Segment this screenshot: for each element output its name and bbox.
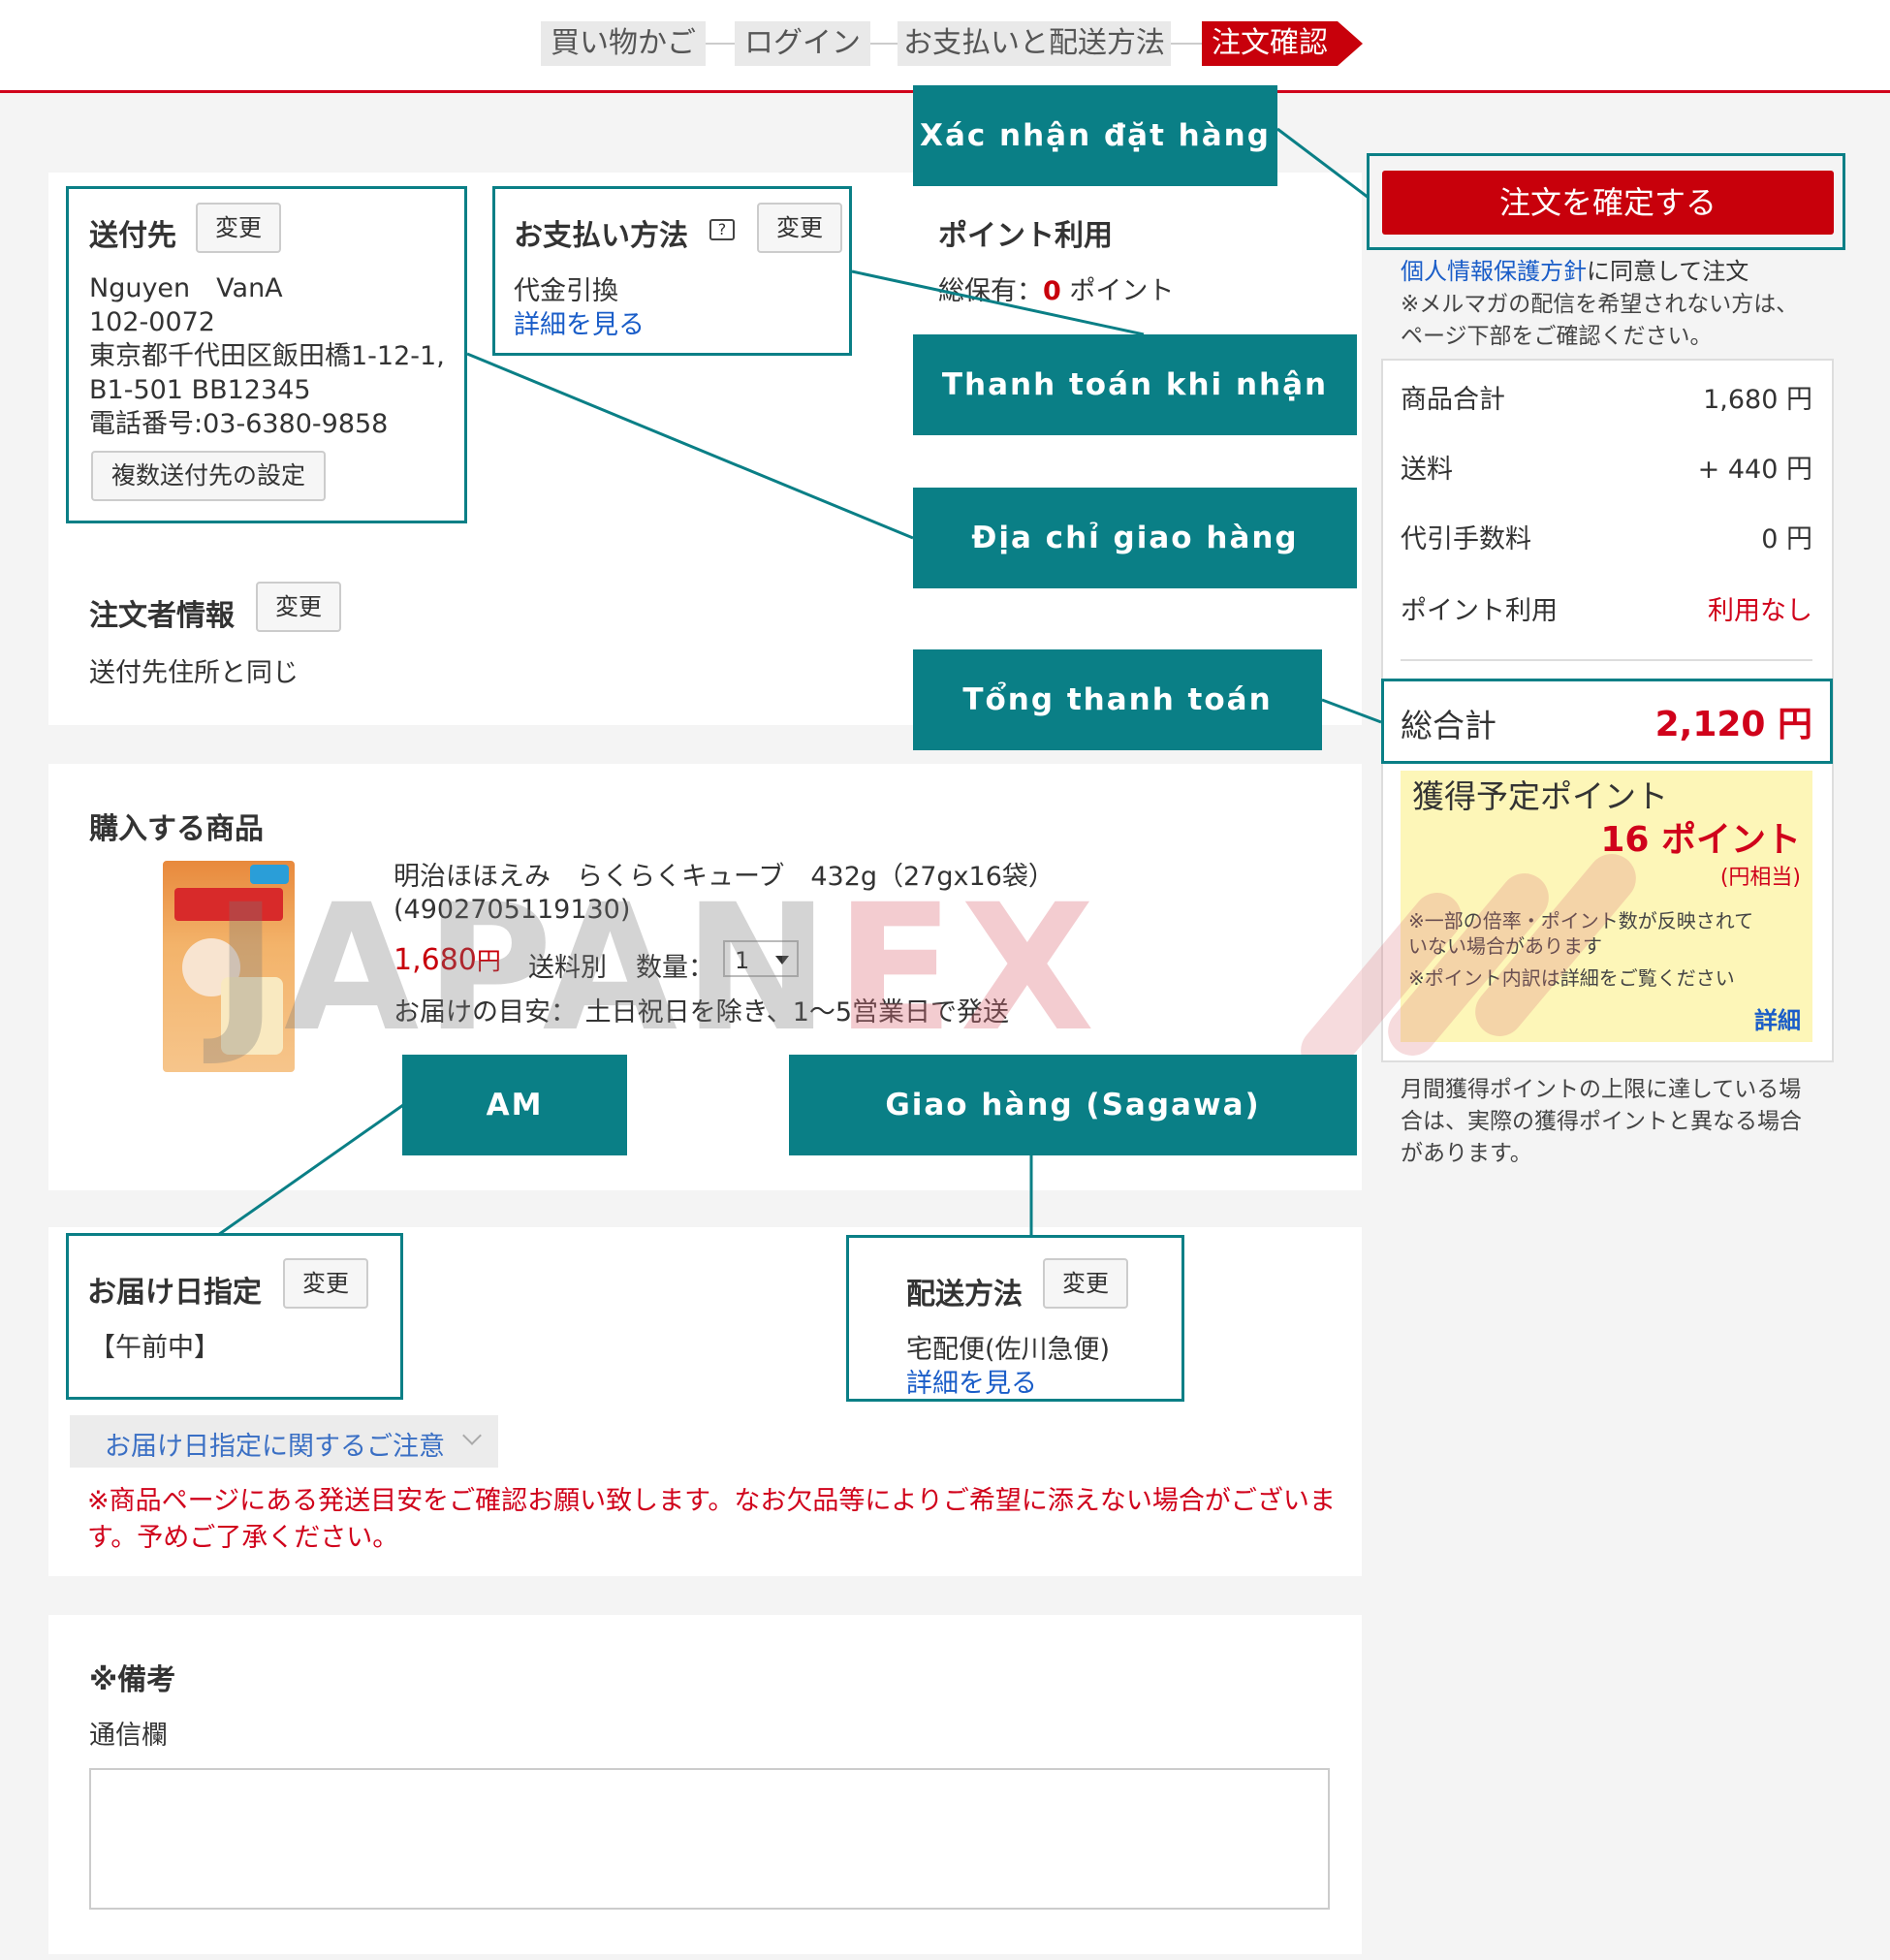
connector-address <box>466 352 914 540</box>
connector-confirm <box>1276 127 1370 200</box>
connector-total <box>1321 698 1382 724</box>
callout-am: AM <box>402 1055 627 1155</box>
callout-address: Địa chỉ giao hàng <box>913 488 1357 588</box>
callout-total: Tổng thanh toán <box>913 649 1322 750</box>
callout-confirm-order: Xác nhận đặt hàng <box>913 85 1277 186</box>
connector-am <box>217 1103 404 1237</box>
callout-connectors <box>217 127 1382 1237</box>
callout-cod: Thanh toán khi nhận hàng <box>913 334 1357 503</box>
connector-payment <box>851 269 1145 336</box>
callout-delivery-sagawa: Giao hàng (Sagawa) <box>789 1055 1357 1155</box>
